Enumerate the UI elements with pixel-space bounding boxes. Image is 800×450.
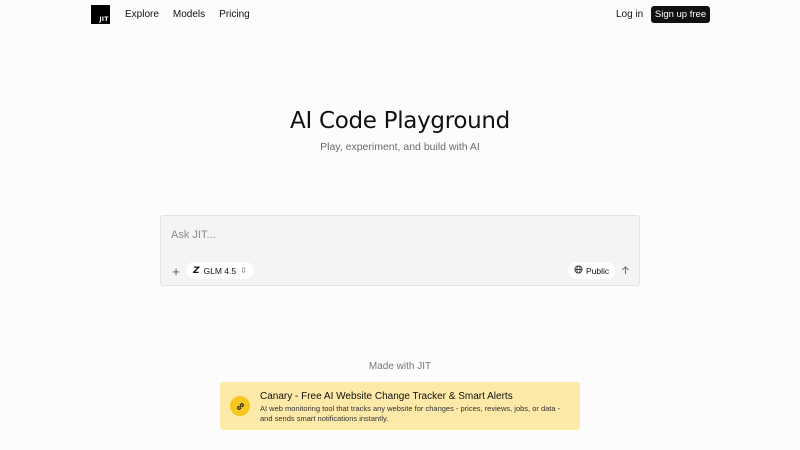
promo-card[interactable]: Canary - Free AI Website Change Tracker …: [220, 382, 580, 430]
prompt-input[interactable]: [171, 226, 621, 244]
chevron-updown-icon: ⇳: [240, 265, 247, 275]
visibility-label: Public: [586, 265, 610, 276]
arrow-up-icon: [621, 266, 630, 275]
jit-logo[interactable]: JIT: [91, 5, 110, 24]
nav-link-models[interactable]: Models: [173, 9, 205, 20]
page: JIT Explore Models Pricing Log in Sign u…: [0, 0, 800, 450]
promo-description: AI web monitoring tool that tracks any w…: [260, 404, 561, 423]
made-with-label: Made with JIT: [368, 361, 432, 372]
model-name: GLM 4.5: [203, 265, 237, 276]
promo-title: Canary - Free AI Website Change Tracker …: [260, 391, 513, 402]
nav-link-explore[interactable]: Explore: [125, 9, 159, 20]
login-link[interactable]: Log in: [616, 9, 643, 20]
plus-icon[interactable]: +: [169, 264, 183, 278]
nav-link-pricing[interactable]: Pricing: [219, 9, 250, 20]
model-selector[interactable]: Z GLM 4.5 ⇳: [186, 262, 254, 279]
globe-icon: [574, 265, 583, 276]
link-icon: [230, 396, 250, 416]
signup-button[interactable]: Sign up free: [651, 6, 710, 23]
page-title: AI Code Playground: [290, 108, 510, 134]
visibility-toggle[interactable]: Public: [568, 262, 616, 279]
send-button[interactable]: [619, 264, 632, 277]
model-logo-icon: Z: [193, 265, 200, 276]
nav-links: Explore Models Pricing: [125, 9, 250, 20]
logo-text: JIT: [99, 15, 109, 23]
top-nav: JIT Explore Models Pricing Log in Sign u…: [0, 0, 800, 30]
page-subtitle: Play, experiment, and build with AI: [320, 141, 480, 153]
